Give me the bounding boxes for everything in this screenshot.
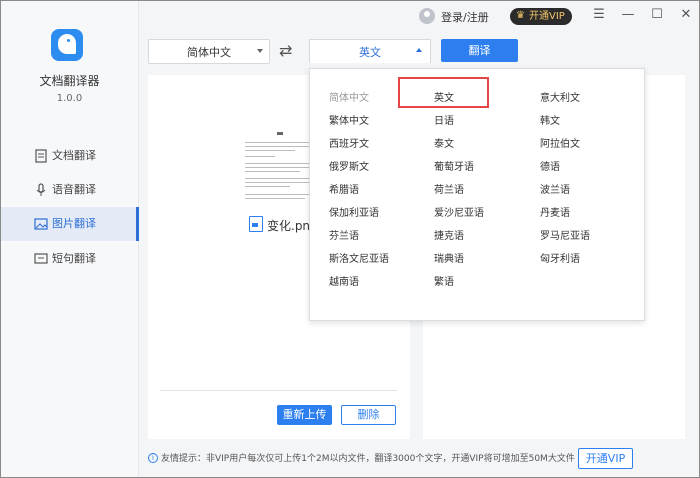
swap-languages-icon[interactable]: ⇄	[279, 41, 292, 60]
source-language-select[interactable]: 简体中文	[148, 39, 270, 64]
language-option[interactable]: 英文	[434, 89, 454, 104]
tip-text: 友情提示：非VIP用户每次仅可上传1个2M以内文件，翻译3000个文字，开通VI…	[161, 454, 575, 464]
language-option[interactable]: 意大利文	[540, 89, 580, 104]
language-option[interactable]: 葡萄牙语	[434, 158, 474, 173]
language-option[interactable]: 阿拉伯文	[540, 135, 580, 150]
minimize-button[interactable]: —	[621, 7, 635, 23]
language-option[interactable]: 捷克语	[434, 227, 464, 242]
delete-button[interactable]: 删除	[341, 405, 396, 425]
image-file-icon	[249, 216, 263, 232]
sidebar-item-sentence[interactable]: 短句翻译	[1, 242, 138, 276]
image-preview[interactable]	[237, 130, 319, 210]
language-option[interactable]: 波兰语	[540, 181, 570, 196]
image-icon	[34, 218, 48, 230]
language-option[interactable]: 爱沙尼亚语	[434, 204, 484, 219]
sidebar: 文档翻译器 1.0.0 文档翻译 语音翻译 图片翻译 短句翻译	[1, 1, 139, 477]
language-option[interactable]: 芬兰语	[329, 227, 359, 242]
app-logo-icon	[51, 29, 83, 61]
language-option[interactable]: 俄罗斯文	[329, 158, 369, 173]
app-name: 文档翻译器	[39, 74, 100, 88]
language-option[interactable]: 丹麦语	[540, 204, 570, 219]
chevron-up-icon	[416, 48, 422, 52]
sidebar-item-document[interactable]: 文档翻译	[1, 139, 138, 173]
chat-icon	[34, 253, 48, 264]
maximize-button[interactable]: ☐	[650, 7, 664, 23]
target-language-select[interactable]: 英文	[309, 39, 431, 63]
chevron-down-icon	[257, 49, 263, 53]
language-option[interactable]: 保加利亚语	[329, 204, 379, 219]
language-option[interactable]: 瑞典语	[434, 250, 464, 265]
open-vip-button[interactable]: 开通VIP	[578, 448, 633, 469]
language-option[interactable]: 日语	[434, 112, 454, 127]
menu-button[interactable]: ☰	[592, 7, 606, 23]
language-option[interactable]: 繁语	[434, 273, 454, 288]
language-option[interactable]: 繁体中文	[329, 112, 369, 127]
document-icon	[35, 149, 47, 163]
sidebar-item-label: 语音翻译	[52, 183, 96, 196]
app-version: 1.0.0	[56, 93, 83, 104]
login-link[interactable]: 登录/注册	[441, 9, 489, 25]
language-option[interactable]: 荷兰语	[434, 181, 464, 196]
language-option[interactable]: 希腊语	[329, 181, 359, 196]
info-icon: i	[148, 453, 158, 463]
sidebar-item-label: 图片翻译	[52, 217, 96, 230]
language-option[interactable]: 斯洛文尼亚语	[329, 250, 389, 265]
language-option[interactable]: 匈牙利语	[540, 250, 580, 265]
translate-button[interactable]: 翻译	[441, 39, 518, 62]
language-dropdown: 简体中文 英文 意大利文繁体中文 日语 韩文西班牙文 泰文 阿拉伯文俄罗斯文 葡萄牙语 德语希腊…	[309, 68, 645, 321]
close-button[interactable]: ✕	[679, 7, 693, 23]
vip-badge-button[interactable]: ♛ 开通VIP	[510, 8, 572, 25]
reupload-button[interactable]: 重新上传	[277, 405, 332, 425]
sidebar-item-label: 短句翻译	[52, 252, 96, 265]
language-option[interactable]: 韩文	[540, 112, 560, 127]
sidebar-item-label: 文档翻译	[52, 149, 96, 162]
language-option[interactable]: 罗马尼亚语	[540, 227, 590, 242]
sidebar-item-image[interactable]: 图片翻译	[1, 207, 139, 241]
language-option[interactable]: 泰文	[434, 135, 454, 150]
language-option[interactable]: 德语	[540, 158, 560, 173]
crown-icon: ♛	[516, 10, 525, 21]
microphone-icon	[36, 183, 46, 196]
sidebar-item-voice[interactable]: 语音翻译	[1, 173, 138, 207]
user-avatar[interactable]	[419, 8, 435, 24]
language-option: 简体中文	[329, 93, 369, 104]
language-option[interactable]: 越南语	[329, 273, 359, 288]
language-option[interactable]: 西班牙文	[329, 135, 369, 150]
divider	[160, 390, 397, 391]
